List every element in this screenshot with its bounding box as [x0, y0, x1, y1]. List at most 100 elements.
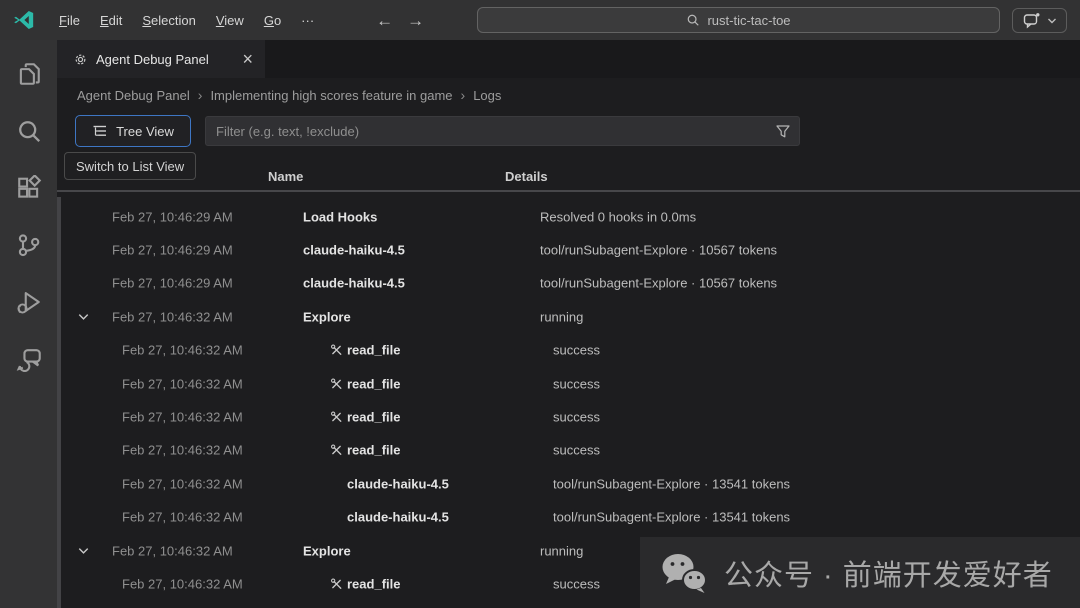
table-row[interactable]: Feb 27, 10:46:32 AM read_file success [57, 334, 1080, 367]
timestamp-cell: Feb 27, 10:46:32 AM [112, 309, 233, 324]
details-cell: running [540, 543, 583, 558]
timestamp-cell: Feb 27, 10:46:32 AM [122, 343, 243, 358]
filter-field [205, 116, 800, 146]
tool-icon [330, 344, 343, 357]
table-row[interactable]: Feb 27, 10:46:29 AM claude-haiku-4.5 tool/… [57, 267, 1080, 300]
timestamp-cell: Feb 27, 10:46:29 AM [112, 243, 233, 258]
table-row[interactable]: Feb 27, 10:46:32 AM read_file success [57, 434, 1080, 467]
tool-icon [330, 444, 343, 457]
filter-input[interactable] [216, 124, 775, 139]
breadcrumb-separator-icon: › [461, 87, 466, 103]
watermark: 公众号 · 前端开发爱好者 [640, 537, 1080, 608]
command-center-value: rust-tic-tac-toe [707, 13, 790, 28]
table-row[interactable]: Feb 27, 10:46:32 AM Explore running [57, 300, 1080, 333]
copilot-button[interactable] [1012, 8, 1067, 33]
menu-go[interactable]: Go [254, 8, 291, 33]
chevron-down-icon[interactable] [73, 309, 93, 324]
timestamp-cell: Feb 27, 10:46:32 AM [122, 443, 243, 458]
back-arrow-icon[interactable]: ← [376, 12, 393, 29]
copilot-chat-icon [1023, 12, 1041, 29]
breadcrumb-item[interactable]: Implementing high scores feature in game [210, 88, 452, 103]
tooltip: Switch to List View [64, 152, 196, 180]
vscode-logo [13, 9, 35, 31]
search-icon [686, 13, 700, 27]
menu-view[interactable]: View [206, 8, 254, 33]
timestamp-cell: Feb 27, 10:46:32 AM [112, 543, 233, 558]
menu-selection[interactable]: Selection [132, 8, 205, 33]
tree-view-toggle-button[interactable]: Tree View [75, 115, 191, 147]
table-row[interactable]: Feb 27, 10:46:29 AM Load Hooks Resolved 0 … [57, 200, 1080, 233]
table-row[interactable]: Feb 27, 10:46:29 AMclaude-haiku-4.5tool/… [57, 233, 1080, 266]
details-cell: success [553, 376, 600, 391]
run-debug-icon[interactable] [7, 280, 51, 324]
breadcrumb: Agent Debug Panel › Implementing high sc… [57, 78, 501, 112]
timestamp-cell: Feb 27, 10:46:32 AM [122, 476, 243, 491]
name-cell: Load Hooks [303, 209, 377, 224]
name-cell: read_file [330, 443, 400, 458]
details-cell: Resolved 0 hooks in 0.0ms [540, 209, 696, 224]
tab-label: Agent Debug Panel [96, 52, 232, 67]
tool-icon [330, 411, 343, 424]
tab-agent-debug-panel[interactable]: Agent Debug Panel × [57, 40, 265, 78]
details-cell: tool/runSubagent-Explore · 10567 tokens [540, 243, 777, 258]
list-tree-icon [92, 123, 108, 139]
table-header: Name Details [57, 162, 1080, 192]
column-header-name: Name [268, 169, 303, 184]
table-row[interactable]: Feb 27, 10:46:32 AM claude-haiku-4.5 tool/… [57, 467, 1080, 500]
breadcrumb-separator-icon: › [198, 87, 203, 103]
details-cell: success [553, 343, 600, 358]
menu-edit[interactable]: Edit [90, 8, 132, 33]
name-cell: read_file [330, 576, 400, 591]
column-header-details: Details [505, 169, 548, 184]
details-cell: running [540, 309, 583, 324]
history-nav: ← → [376, 12, 424, 29]
menu-file[interactable]: File [49, 8, 90, 33]
timestamp-cell: Feb 27, 10:46:29 AM [112, 209, 233, 224]
details-cell: tool/runSubagent-Explore · 13541 tokens [553, 510, 790, 525]
details-cell: success [553, 576, 600, 591]
tool-icon [330, 377, 343, 390]
close-icon[interactable]: × [240, 50, 255, 68]
tooltip-text: Switch to List View [76, 159, 184, 174]
breadcrumb-item[interactable]: Logs [473, 88, 501, 103]
table-row[interactable]: Feb 27, 10:46:32 AM read_file success [57, 400, 1080, 433]
tree-view-label: Tree View [116, 124, 174, 139]
details-cell: success [553, 443, 600, 458]
filter-icon[interactable] [775, 124, 791, 139]
extensions-icon[interactable] [7, 166, 51, 210]
timestamp-cell: Feb 27, 10:46:32 AM [122, 510, 243, 525]
search-icon[interactable] [7, 109, 51, 153]
forward-arrow-icon[interactable]: → [407, 12, 424, 29]
name-cell: read_file [330, 343, 400, 358]
details-cell: success [553, 410, 600, 425]
editor-area: Agent Debug Panel × Agent Debug Panel › … [57, 40, 1080, 608]
name-cell: claude-haiku-4.5 [347, 510, 449, 525]
source-control-icon[interactable] [7, 223, 51, 267]
details-cell: tool/runSubagent-Explore · 10567 tokens [540, 276, 777, 291]
chevron-down-icon[interactable] [73, 543, 93, 558]
title-bar: File Edit Selection View Go ··· ← → rust… [0, 0, 1080, 40]
timestamp-cell: Feb 27, 10:46:29 AM [112, 276, 233, 291]
table-row[interactable]: Feb 27, 10:46:32 AM claude-haiku-4.5 tool/… [57, 501, 1080, 534]
details-cell: tool/runSubagent-Explore · 13541 tokens [553, 476, 790, 491]
name-cell: read_file [330, 410, 400, 425]
watermark-text: 公众号 · 前端开发爱好者 [724, 552, 1053, 594]
name-cell: Explore [303, 309, 351, 324]
name-cell: claude-haiku-4.5 [303, 276, 405, 291]
explorer-icon[interactable] [7, 52, 51, 96]
command-center-search[interactable]: rust-tic-tac-toe [477, 7, 1000, 33]
chevron-down-icon [1047, 17, 1057, 25]
wechat-icon [660, 552, 710, 594]
activity-bar [0, 40, 57, 608]
timestamp-cell: Feb 27, 10:46:32 AM [122, 410, 243, 425]
chat-icon[interactable] [7, 337, 51, 381]
name-cell: read_file [330, 376, 400, 391]
timestamp-cell: Feb 27, 10:46:32 AM [122, 376, 243, 391]
menu-bar: File Edit Selection View Go ··· [49, 8, 324, 33]
breadcrumb-item[interactable]: Agent Debug Panel [77, 88, 190, 103]
name-cell: claude-haiku-4.5 [347, 476, 449, 491]
menu-more[interactable]: ··· [291, 8, 324, 33]
table-row[interactable]: Feb 27, 10:46:32 AM read_file success [57, 367, 1080, 400]
name-cell: Explore [303, 543, 351, 558]
gear-icon [73, 52, 88, 67]
